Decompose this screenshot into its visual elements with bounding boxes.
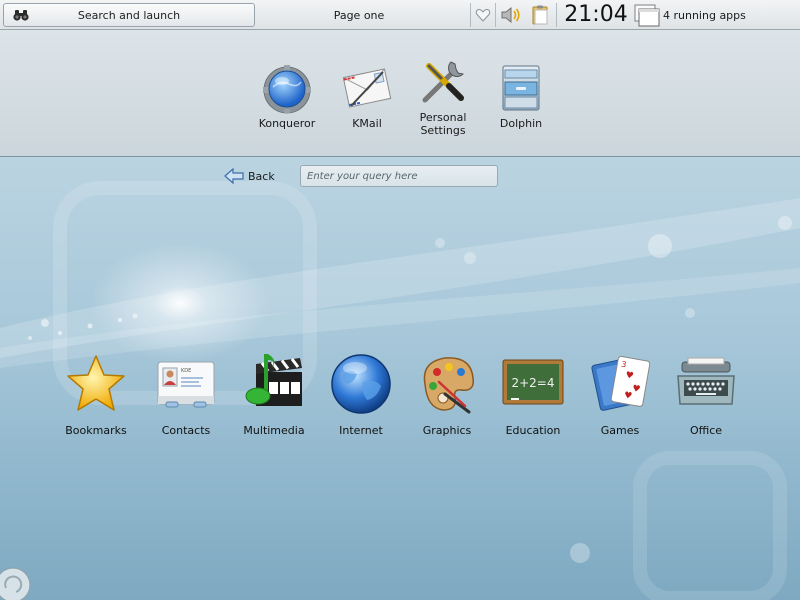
panel-separator <box>495 3 496 27</box>
category-label: Graphics <box>422 424 472 437</box>
search-input[interactable] <box>300 165 498 187</box>
back-label: Back <box>248 169 275 183</box>
svg-text:♥: ♥ <box>623 391 633 402</box>
category-bookmarks[interactable]: Bookmarks <box>53 352 139 437</box>
page-label: Page one <box>333 8 385 22</box>
category-multimedia[interactable]: Multimedia <box>231 352 317 437</box>
category-graphics[interactable]: Graphics <box>404 352 490 437</box>
favorite-kmail[interactable]: KMail <box>328 62 406 130</box>
favorites-strip: Konqueror KMail Personal Settings Dolphi… <box>0 30 800 157</box>
category-office[interactable]: Office <box>663 352 749 437</box>
panel-separator <box>470 3 471 27</box>
panel-separator <box>556 3 557 27</box>
playing-cards-icon: 3 ♥ ♥ ♥ <box>591 355 651 411</box>
chalkboard-icon: 2+2=4 <box>502 359 564 405</box>
volume-icon[interactable] <box>500 5 524 25</box>
binoculars-icon <box>13 10 29 21</box>
back-arrow-icon <box>224 167 244 185</box>
category-label: Contacts <box>161 424 211 437</box>
favorite-personal-settings[interactable]: Personal Settings <box>404 56 482 137</box>
category-label: Education <box>505 424 561 437</box>
windows-stack-icon[interactable] <box>633 3 661 29</box>
svg-text:♥: ♥ <box>625 371 635 382</box>
star-icon <box>67 355 125 411</box>
search-and-launch-label: Search and launch <box>77 8 181 22</box>
konqueror-globe-gear-icon <box>263 65 311 114</box>
favorite-label: Konqueror <box>258 117 316 130</box>
clock[interactable]: 21:04 <box>560 0 632 30</box>
category-education[interactable]: 2+2=4 Education <box>490 352 576 437</box>
network-heart-icon[interactable] <box>475 7 491 23</box>
svg-text:♥: ♥ <box>631 384 641 395</box>
settings-tools-icon <box>422 61 465 103</box>
clipboard-icon[interactable] <box>529 4 551 26</box>
favorite-label: Dolphin <box>499 117 543 130</box>
category-contacts[interactable]: KDE Contacts <box>143 352 229 437</box>
globe-icon <box>331 354 391 414</box>
search-and-launch-button[interactable]: Search and launch <box>3 3 255 27</box>
kmail-envelope-icon <box>342 68 392 108</box>
clapperboard-music-icon <box>245 354 302 406</box>
category-label: Internet <box>339 424 383 437</box>
category-label: Office <box>689 424 723 437</box>
svg-text:2+2=4: 2+2=4 <box>511 376 554 390</box>
page-switcher[interactable]: Page one <box>300 0 418 30</box>
favorite-label: KMail <box>352 117 382 130</box>
category-label: Multimedia <box>243 424 305 437</box>
contact-card-text: KDE <box>181 368 191 374</box>
category-games[interactable]: 3 ♥ ♥ ♥ Games <box>577 352 663 437</box>
favorite-label: Personal Settings <box>419 111 467 137</box>
typewriter-icon <box>677 357 735 405</box>
contact-card-icon: KDE <box>157 361 215 408</box>
category-label: Bookmarks <box>65 424 127 437</box>
favorite-konqueror[interactable]: Konqueror <box>248 62 326 130</box>
category-label: Games <box>600 424 640 437</box>
favorite-dolphin[interactable]: Dolphin <box>482 62 560 130</box>
paint-palette-icon <box>423 357 474 414</box>
back-button[interactable]: Back <box>224 166 275 186</box>
running-apps-label[interactable]: 4 running apps <box>663 0 746 30</box>
top-panel: Search and launch Page one 21:04 4 runni… <box>0 0 800 30</box>
category-internet[interactable]: Internet <box>318 352 404 437</box>
corner-menu-button[interactable] <box>0 566 32 600</box>
dolphin-file-cabinet-icon <box>502 65 540 111</box>
